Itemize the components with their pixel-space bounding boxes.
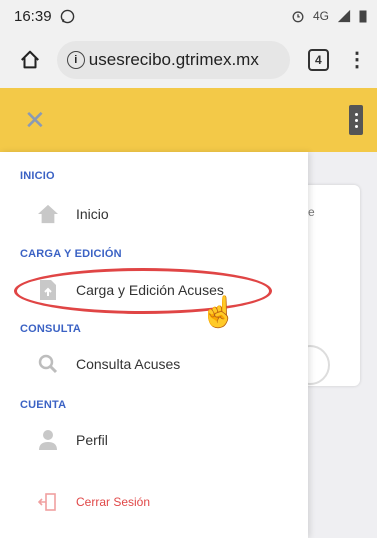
network-type: 4G — [312, 9, 329, 23]
alarm-icon — [292, 11, 304, 23]
tab-switcher-button[interactable]: 4 — [307, 49, 329, 71]
menu-item-perfil[interactable]: Perfil — [36, 425, 108, 455]
status-icons: 4G — [291, 9, 367, 23]
logout-icon — [36, 491, 60, 513]
home-icon — [36, 203, 60, 225]
battery-icon — [359, 10, 367, 23]
section-consulta: CONSULTA — [20, 323, 82, 335]
browser-toolbar: i usesrecibo.gtrimex.mx 4 ⋮ — [0, 32, 377, 88]
background-card-text: e — [308, 205, 315, 219]
more-options-icon[interactable] — [349, 105, 363, 135]
navigation-drawer: INICIO Inicio CARGA Y EDICIÓN Carga y Ed… — [0, 152, 308, 538]
url-text: usesrecibo.gtrimex.mx — [88, 50, 259, 69]
section-cuenta: CUENTA — [20, 399, 67, 411]
menu-item-label: Consulta Acuses — [76, 356, 181, 372]
pointer-hand-icon: ☝ — [200, 296, 238, 329]
menu-item-label: Inicio — [76, 206, 109, 222]
menu-item-consulta[interactable]: Consulta Acuses — [36, 349, 180, 379]
status-bar: 16:39 4G — [0, 0, 377, 32]
search-icon — [36, 353, 60, 375]
signal-icon — [337, 9, 351, 23]
logout-label: Cerrar Sesión — [76, 495, 151, 509]
menu-item-label: Perfil — [76, 432, 108, 448]
section-inicio: INICIO — [20, 170, 55, 182]
url-field[interactable]: i usesrecibo.gtrimex.mx — [56, 41, 290, 79]
whatsapp-icon — [60, 9, 74, 23]
close-menu-icon[interactable]: ✕ — [24, 107, 46, 133]
app-header: ✕ — [0, 88, 377, 152]
home-icon — [21, 50, 40, 69]
info-icon[interactable]: i — [66, 51, 85, 69]
user-icon — [36, 429, 60, 451]
status-time: 16:39 — [14, 7, 52, 25]
menu-item-inicio[interactable]: Inicio — [36, 199, 109, 229]
home-button[interactable] — [16, 45, 45, 75]
browser-menu-icon[interactable]: ⋮ — [347, 50, 367, 70]
section-carga-edicion: CARGA Y EDICIÓN — [20, 248, 122, 260]
logout-button[interactable]: Cerrar Sesión — [36, 487, 150, 517]
